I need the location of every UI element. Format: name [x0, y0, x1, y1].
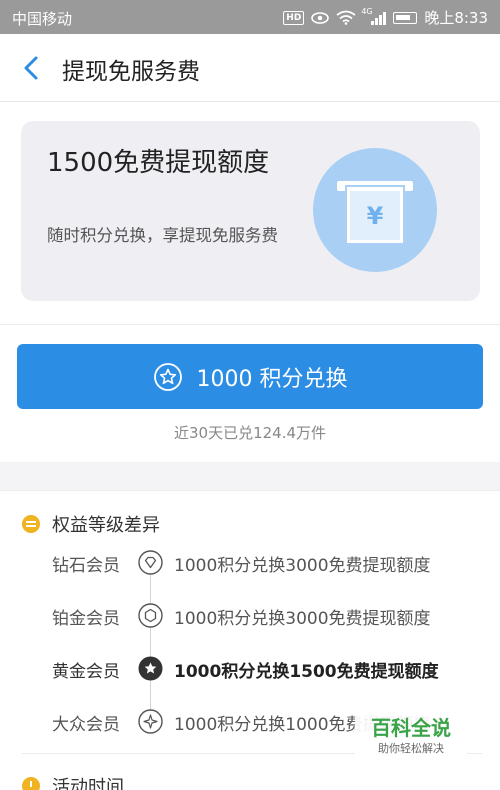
level-desc: 1000积分兑换3000免费提现额度 [174, 556, 431, 576]
wifi-icon [336, 10, 356, 25]
quota-title: 1500免费提现额度 [47, 148, 270, 178]
battery-icon [393, 11, 418, 24]
level-row-platinum: 铂金会员 1000积分兑换3000免费提现额度 [0, 595, 500, 635]
exchange-section: 1000 积分兑换 近30天已兑124.4万件 [0, 324, 500, 462]
levels-header: 权益等级差异 [22, 511, 160, 537]
redeemed-count: 近30天已兑124.4万件 [173, 424, 327, 442]
page-title: 提现免服务费 [62, 59, 200, 85]
platinum-badge-icon [138, 603, 163, 628]
quota-section: 1500免费提现额度 随时积分兑换，享提现免服务费 ¥ [0, 102, 500, 324]
level-desc: 1000积分兑换1500免费提现额度 [174, 662, 439, 682]
clock-time: 晚上8:33 [424, 9, 488, 27]
basic-badge-icon [138, 709, 163, 734]
timeline-line [150, 561, 151, 721]
network-type: 4G [361, 6, 373, 16]
watermark-main: 百科全说 [371, 716, 451, 740]
hd-icon: HD [283, 10, 305, 25]
activity-header-label: 活动时间 [52, 777, 124, 790]
level-name: 铂金会员 [52, 609, 120, 629]
watermark-sub: 助你轻松解决 [378, 742, 444, 755]
status-icons: HD 4G 晚上8:33 [283, 7, 488, 28]
watermark: 百科全说 助你轻松解决 [355, 712, 467, 764]
level-name: 钻石会员 [52, 556, 120, 576]
diamond-badge-icon [138, 550, 163, 575]
signal-icon: 4G [361, 7, 387, 25]
level-name: 黄金会员 [52, 662, 120, 682]
levels-header-label: 权益等级差异 [52, 515, 160, 536]
list-icon [22, 515, 40, 533]
exchange-button[interactable]: 1000 积分兑换 [17, 344, 483, 409]
atm-withdraw-icon: ¥ [313, 148, 437, 272]
clock-icon [22, 777, 40, 790]
activity-header: 活动时间 [22, 773, 124, 790]
quota-card: 1500免费提现额度 随时积分兑换，享提现免服务费 ¥ [21, 121, 480, 301]
quota-subtitle: 随时积分兑换，享提现免服务费 [47, 226, 278, 245]
exchange-button-label: 1000 积分兑换 [196, 366, 348, 392]
gold-badge-icon [138, 656, 163, 681]
carrier-name: 中国移动 [12, 10, 73, 28]
star-circle-icon [153, 362, 182, 391]
level-name: 大众会员 [52, 715, 120, 735]
level-row-diamond: 钻石会员 1000积分兑换3000免费提现额度 [0, 542, 500, 582]
yen-symbol: ¥ [367, 202, 384, 230]
level-desc: 1000积分兑换3000免费提现额度 [174, 609, 431, 629]
eye-icon [311, 11, 330, 24]
status-bar: 中国移动 HD 4G 晚上8:33 [0, 0, 500, 34]
back-arrow-icon[interactable] [16, 50, 48, 86]
level-row-gold: 黄金会员 1000积分兑换1500免费提现额度 [0, 648, 500, 688]
nav-bar: 提现免服务费 [0, 34, 500, 102]
